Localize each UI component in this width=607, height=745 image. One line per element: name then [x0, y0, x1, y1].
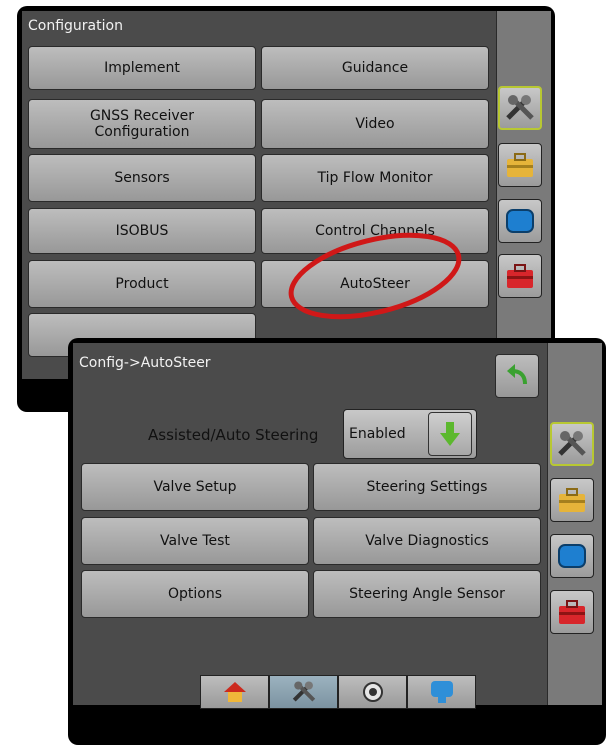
- assisted-auto-steering-label: Assisted/Auto Steering: [148, 426, 319, 444]
- steering-angle-sensor-button[interactable]: Steering Angle Sensor: [313, 570, 541, 618]
- back-button[interactable]: [495, 354, 539, 398]
- side-toolbar: [496, 11, 551, 379]
- dropdown-button[interactable]: [428, 412, 472, 456]
- sensors-button[interactable]: Sensors: [28, 154, 256, 202]
- gnss-receiver-configuration-button[interactable]: GNSS Receiver Configuration: [28, 99, 256, 149]
- tools-icon[interactable]: [550, 422, 594, 466]
- autosteer-screen: Config->AutoSteer Assisted/Auto Steering…: [68, 338, 606, 745]
- tools-icon: [292, 681, 315, 702]
- page-title: Configuration: [28, 18, 123, 34]
- toolbox-yellow-icon[interactable]: [498, 143, 542, 187]
- toolbox-red-icon[interactable]: [498, 254, 542, 298]
- autosteer-panel: Config->AutoSteer Assisted/Auto Steering…: [73, 343, 547, 709]
- guidance-button[interactable]: Guidance: [261, 46, 489, 90]
- valve-setup-button[interactable]: Valve Setup: [81, 463, 309, 511]
- assisted-auto-steering-value: Enabled: [349, 426, 406, 442]
- highlight-circle: [288, 232, 462, 320]
- steering-settings-button[interactable]: Steering Settings: [313, 463, 541, 511]
- screen-blue-icon[interactable]: [550, 534, 594, 578]
- page-title: Config->AutoSteer: [79, 355, 211, 371]
- product-button[interactable]: Product: [28, 260, 256, 308]
- isobus-button[interactable]: ISOBUS: [28, 208, 256, 254]
- assisted-auto-steering-select[interactable]: Enabled: [343, 409, 477, 459]
- tip-flow-monitor-button[interactable]: Tip Flow Monitor: [261, 154, 489, 202]
- implement-button[interactable]: Implement: [28, 46, 256, 90]
- video-button[interactable]: Video: [261, 99, 489, 149]
- monitor-icon: [430, 681, 453, 703]
- bottom-tab-bar: [200, 675, 476, 709]
- back-arrow-icon: [507, 364, 527, 385]
- home-icon: [223, 682, 246, 702]
- gauge-icon: [362, 682, 383, 702]
- side-toolbar: [547, 343, 602, 705]
- home-tab[interactable]: [200, 675, 269, 709]
- gauge-tab[interactable]: [338, 675, 407, 709]
- monitor-tab[interactable]: [407, 675, 476, 709]
- valve-diagnostics-button[interactable]: Valve Diagnostics: [313, 517, 541, 565]
- screen-blue-icon[interactable]: [498, 199, 542, 243]
- green-down-arrow-icon: [440, 422, 460, 446]
- toolbox-red-icon[interactable]: [550, 590, 594, 634]
- tools-tab[interactable]: [269, 675, 338, 709]
- toolbox-yellow-icon[interactable]: [550, 478, 594, 522]
- tools-icon[interactable]: [498, 86, 542, 130]
- valve-test-button[interactable]: Valve Test: [81, 517, 309, 565]
- options-button[interactable]: Options: [81, 570, 309, 618]
